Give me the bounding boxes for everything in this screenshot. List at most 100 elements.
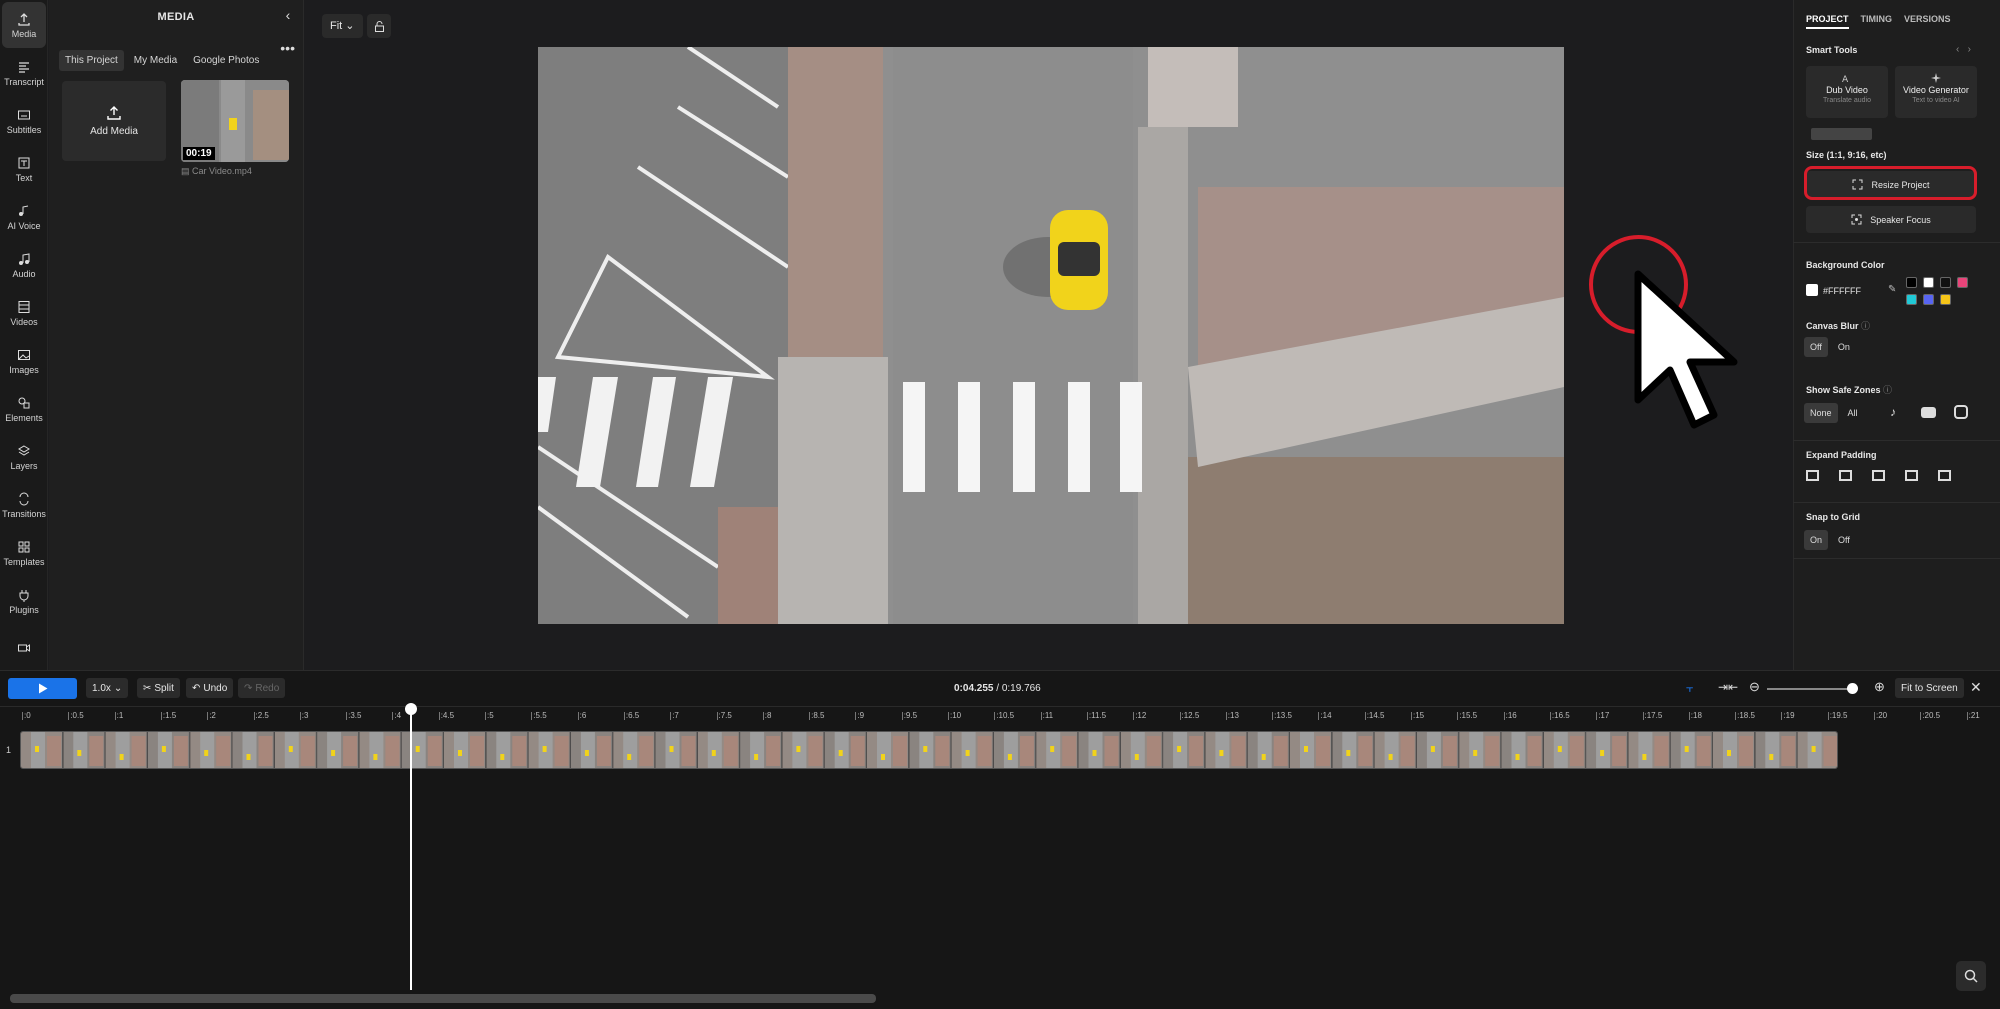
tab-timing[interactable]: TIMING — [1861, 14, 1893, 29]
filmstrip-frame — [190, 732, 233, 768]
tab-project[interactable]: PROJECT — [1806, 14, 1849, 29]
zoom-slider-thumb[interactable] — [1847, 683, 1858, 694]
ruler-tick-label: :10 — [947, 711, 962, 720]
resize-project-highlight — [1804, 166, 1977, 200]
ruler-tick-label: :16.5 — [1549, 711, 1570, 720]
tab-this-project[interactable]: This Project — [59, 50, 124, 71]
help-icon: ⓘ — [1883, 385, 1893, 395]
timeline-toolbar: 1.0x ⌄ ✂ Split ↶ Undo ↷ Redo 0:04.255 / 0:1… — [0, 671, 2000, 706]
color-swatch[interactable] — [1940, 277, 1951, 288]
video-track-clip[interactable] — [20, 731, 1838, 769]
blur-off-option[interactable]: Off — [1804, 337, 1828, 357]
safe-zones-label: Show Safe Zones ⓘ — [1806, 385, 1893, 395]
filmstrip-frame — [1120, 732, 1163, 768]
color-swatch[interactable] — [1906, 294, 1917, 305]
properties-panel: PROJECT TIMING VERSIONS Smart Tools ‹ › … — [1793, 0, 2000, 670]
tab-my-media[interactable]: My Media — [128, 50, 183, 71]
split-button[interactable]: ✂ Split — [137, 678, 180, 698]
ruler-tick-label: :14.5 — [1364, 711, 1385, 720]
bg-color-hex[interactable]: #FFFFFF — [1823, 286, 1861, 296]
rail-item-label: Videos — [10, 316, 38, 327]
svg-text:A: A — [1842, 75, 1849, 83]
snap-off-option[interactable]: Off — [1832, 530, 1856, 550]
add-media-button[interactable]: Add Media — [62, 81, 166, 161]
sparkle-icon — [1931, 73, 1941, 83]
youtube-icon[interactable] — [1921, 407, 1936, 418]
color-swatch[interactable] — [1923, 277, 1934, 288]
filmstrip-frame — [1036, 732, 1079, 768]
fit-dropdown[interactable]: Fit ⌄ — [322, 14, 363, 38]
color-swatch[interactable] — [1940, 294, 1951, 305]
padding-vertical-icon[interactable] — [1839, 470, 1852, 481]
rail-item-label: Audio — [12, 268, 36, 279]
padding-side-icon[interactable] — [1905, 470, 1918, 481]
rail-item-ai-voice[interactable]: AI Voice — [2, 194, 46, 240]
playhead-handle[interactable] — [405, 703, 417, 715]
padding-all-icon[interactable] — [1938, 470, 1951, 481]
playhead[interactable] — [410, 705, 412, 990]
collapse-panel-icon[interactable]: ‹ — [279, 6, 297, 24]
filmstrip-frame — [951, 732, 994, 768]
play-button[interactable] — [8, 678, 77, 699]
record-icon[interactable] — [2, 626, 46, 672]
redo-button[interactable]: ↷ Redo — [238, 678, 286, 698]
rail-item-transitions[interactable]: Transitions — [2, 482, 46, 528]
safe-zones-toggle: None All — [1804, 403, 1864, 423]
rail-item-templates[interactable]: Templates — [2, 530, 46, 576]
rail-item-text[interactable]: Text — [2, 146, 46, 192]
rail-item-audio[interactable]: Audio — [2, 242, 46, 288]
search-button[interactable] — [1956, 961, 1986, 991]
eyedropper-icon[interactable]: ✎ — [1888, 284, 1896, 295]
speed-dropdown[interactable]: 1.0x ⌄ — [86, 678, 129, 698]
rail-item-images[interactable]: Images — [2, 338, 46, 384]
timeline-scrollbar[interactable] — [10, 994, 876, 1003]
undo-button[interactable]: ↶ Undo — [186, 678, 234, 698]
safe-all-option[interactable]: All — [1842, 403, 1864, 423]
rail-item-plugins[interactable]: Plugins — [2, 578, 46, 624]
padding-horizontal-icon[interactable] — [1806, 470, 1819, 481]
ruler-tick-label: :5 — [485, 711, 494, 720]
safe-none-option[interactable]: None — [1804, 403, 1838, 423]
fit-width-icon[interactable]: ⇥⇤ — [1718, 680, 1738, 694]
rail-item-elements[interactable]: Elements — [2, 386, 46, 432]
rail-item-layers[interactable]: Layers — [2, 434, 46, 480]
blur-on-option[interactable]: On — [1832, 337, 1856, 357]
rail-item-label: Transitions — [2, 508, 46, 519]
padding-top-icon[interactable] — [1872, 470, 1885, 481]
lock-icon[interactable] — [367, 14, 391, 38]
color-swatch[interactable] — [1906, 277, 1917, 288]
media-thumbnail[interactable]: 00:19 — [181, 80, 289, 162]
rail-item-media[interactable]: Media — [2, 2, 46, 48]
snap-on-option[interactable]: On — [1804, 530, 1829, 550]
tab-google-photos[interactable]: Google Photos — [187, 50, 265, 71]
instagram-icon[interactable] — [1954, 405, 1968, 419]
parking-lot-aerial-image — [538, 47, 1564, 624]
ruler-tick-label: :17 — [1596, 711, 1610, 720]
plugin-icon — [19, 589, 29, 602]
magnet-snap-icon[interactable]: ⫟ — [1686, 681, 1704, 695]
rail-item-subtitles[interactable]: Subtitles — [2, 98, 46, 144]
video-generator-card[interactable]: Video Generator Text to video AI — [1895, 66, 1977, 118]
tiktok-icon[interactable]: ♪ — [1890, 405, 1896, 419]
tab-versions[interactable]: VERSIONS — [1904, 14, 1951, 29]
close-timeline-icon[interactable]: ✕ — [1970, 679, 1982, 696]
speaker-focus-button[interactable]: Speaker Focus — [1806, 206, 1976, 233]
color-swatch[interactable] — [1957, 277, 1968, 288]
rail-item-transcript[interactable]: Transcript — [2, 50, 46, 96]
zoom-slider[interactable] — [1767, 688, 1854, 690]
zoom-in-icon[interactable]: ⊕ — [1874, 679, 1885, 695]
filmstrip-frame — [105, 732, 148, 768]
video-preview[interactable] — [538, 47, 1564, 624]
ruler-tick-label: :10.5 — [994, 711, 1015, 720]
color-swatch[interactable] — [1923, 294, 1934, 305]
time-ruler[interactable]: :0:0.5:1:1.5:2:2.5:3:3.5:4:4.5:5:5.5:6:6… — [0, 706, 2000, 724]
ruler-tick-label: :5.5 — [531, 711, 547, 720]
prev-arrow-icon[interactable]: ‹ › — [1956, 44, 1971, 55]
dub-video-card[interactable]: A Dub Video Translate audio — [1806, 66, 1888, 118]
rail-item-videos[interactable]: Videos — [2, 290, 46, 336]
carousel-scrollbar[interactable] — [1811, 128, 1872, 140]
more-options-icon[interactable]: ••• — [280, 40, 295, 56]
fit-to-screen-button[interactable]: Fit to Screen — [1895, 678, 1964, 698]
zoom-out-icon[interactable]: ⊖ — [1749, 679, 1760, 695]
bg-color-preview[interactable] — [1806, 284, 1818, 296]
